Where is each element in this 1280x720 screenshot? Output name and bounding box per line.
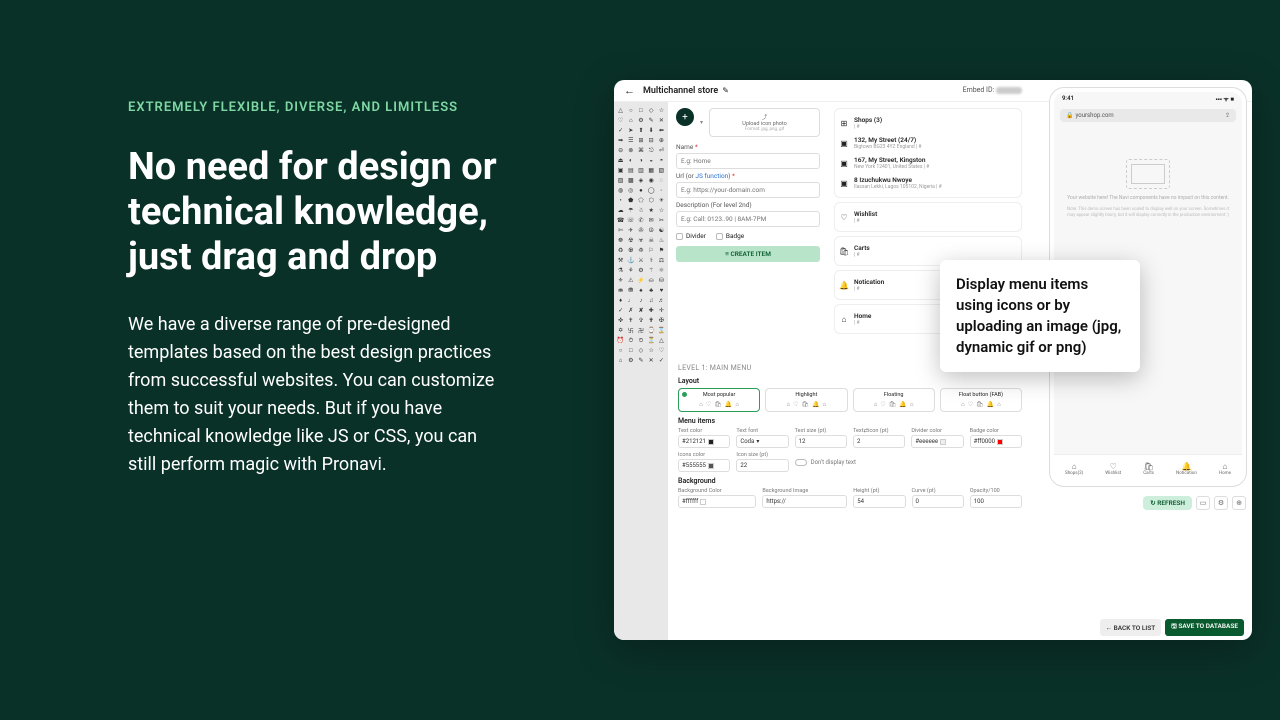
text-color-input[interactable]: #212121	[678, 435, 730, 448]
settings-icon[interactable]: ⚙	[1214, 496, 1228, 510]
dont-display-toggle[interactable]	[795, 459, 807, 466]
eyebrow: EXTREMELY FLEXIBLE, DIVERSE, AND LIMITLE…	[128, 100, 508, 115]
back-arrow-icon[interactable]: ←	[624, 84, 635, 97]
feature-callout: Display menu items using icons or by upl…	[940, 260, 1140, 372]
shop-row[interactable]: ▣8 Izuchukwu NwoyeIlassan Lekki, Lagos 1…	[839, 173, 1017, 193]
menu-items-heading: Menu items	[678, 417, 1022, 425]
layout-option[interactable]: Most popular⌂♡🛍🔔⌂	[678, 388, 760, 412]
text-size-input[interactable]: 12	[795, 435, 847, 448]
background-heading: Background	[678, 477, 1022, 485]
icon-palette[interactable]: △○□◇☆♡⌂⚙✎✕✓➤⬆⬇⬅➡☰⊞⊟⊕⊖⊗⌘⎋⏎⏏◐◑◒◓▣▤▥▦▧▨▩◈◉◌…	[614, 102, 668, 640]
bg-height-input[interactable]: 54	[853, 495, 905, 508]
phone-tabbar: ⌂Shops(3) ♡Wishlist 🛍Carts 🔔Notication ⌂Home	[1054, 454, 1242, 482]
app-title: Multichannel store	[643, 86, 718, 96]
share-icon: ⇪	[1225, 112, 1230, 119]
embed-id: Embed ID:	[963, 86, 1022, 94]
badge-color-input[interactable]: #ff0000	[970, 435, 1022, 448]
bg-color-input[interactable]: #ffffff	[678, 495, 756, 508]
headline: No need for design or technical knowledg…	[128, 145, 508, 279]
name-label: Name *	[676, 143, 820, 151]
phone-tab[interactable]: ⌂Shops(3)	[1065, 462, 1083, 476]
selected-icon[interactable]: +	[676, 108, 694, 126]
shop-row[interactable]: ▣132, My Street (24/7)Bigtown BG23 4YZ E…	[839, 133, 1017, 153]
desktop-icon[interactable]: ▭	[1196, 496, 1210, 510]
desc-input[interactable]	[676, 211, 820, 227]
layout-option[interactable]: Highlight⌂♡🛍🔔⌂	[765, 388, 847, 412]
lower-panel: LEVEL 1: MAIN MENU Layout Most popular⌂♡…	[668, 360, 1032, 612]
target-icon[interactable]: ⊕	[1232, 496, 1246, 510]
phone-tab[interactable]: 🔔Notication	[1176, 462, 1197, 476]
phone-url-bar: 🔒yourshop.com⇪	[1060, 109, 1236, 122]
app-window: ← Multichannel store ✎ Embed ID: △○□◇☆♡⌂…	[614, 80, 1252, 640]
desc-label: Description (For level 2nd)	[676, 201, 820, 209]
background-fields: Background Color#ffffff Background Image…	[678, 488, 1022, 508]
layout-option[interactable]: Floating⌂♡🛍🔔⌂	[853, 388, 935, 412]
preview-controls: ↻ REFRESH ▭ ⚙ ⊕	[1143, 496, 1246, 510]
hero-text: EXTREMELY FLEXIBLE, DIVERSE, AND LIMITLE…	[128, 100, 508, 479]
menu-fields: Text color#212121 Text fontCoda ▾ Text s…	[678, 428, 1022, 472]
placeholder-icon	[1126, 159, 1170, 189]
save-button[interactable]: 🖫 SAVE TO DATABASE	[1165, 619, 1244, 636]
body-copy: We have a diverse range of pre-designed …	[128, 311, 508, 478]
divider-checkbox[interactable]: Divider	[676, 232, 706, 240]
lock-icon: 🔒	[1066, 112, 1073, 119]
phone-tab[interactable]: ⌂Home	[1219, 462, 1231, 476]
layout-option[interactable]: Float button (FAB)⌂♡🛍🔔⌂	[940, 388, 1022, 412]
shops-card[interactable]: ⊞Shops (3)| # ▣132, My Street (24/7)Bigt…	[834, 108, 1022, 198]
create-item-button[interactable]: ≡ CREATE ITEM	[676, 246, 820, 262]
refresh-button[interactable]: ↻ REFRESH	[1143, 496, 1192, 510]
name-input[interactable]	[676, 153, 820, 169]
phone-body: Your website here! The Navi components h…	[1054, 125, 1242, 218]
back-to-list-button[interactable]: ← BACK TO LIST	[1100, 619, 1162, 636]
phone-tab[interactable]: 🛍Carts	[1143, 462, 1154, 476]
icon-size-input[interactable]: 22	[736, 459, 788, 472]
bg-image-input[interactable]: https://	[762, 495, 847, 508]
url-input[interactable]	[676, 182, 820, 198]
footer-actions: ← BACK TO LIST 🖫 SAVE TO DATABASE	[1100, 619, 1245, 636]
bg-opacity-input[interactable]: 100	[970, 495, 1022, 508]
url-label: Url (or JS function) *	[676, 172, 820, 180]
phone-status-bar: 9:41▪▪▪ ᯤ ■	[1054, 92, 1242, 106]
upload-icon-box[interactable]: ⤴ Upload icon photo Format: jpg, png, gi…	[709, 108, 820, 137]
shop-icon: ⊞	[839, 119, 849, 128]
layout-heading: Layout	[678, 377, 1022, 385]
badge-checkbox[interactable]: Badge	[716, 232, 744, 240]
phone-tab[interactable]: ♡Wishlist	[1105, 462, 1121, 476]
icon-caret[interactable]: ▾	[700, 119, 703, 126]
edit-icon[interactable]: ✎	[722, 86, 729, 95]
text-font-select[interactable]: Coda ▾	[736, 435, 788, 448]
shop-row[interactable]: ▣167, My Street, KingstonNew York 12401,…	[839, 153, 1017, 173]
text-icon-input[interactable]: 2	[853, 435, 905, 448]
bg-curve-input[interactable]: 0	[912, 495, 964, 508]
layout-options: Most popular⌂♡🛍🔔⌂Highlight⌂♡🛍🔔⌂Floating⌂…	[678, 388, 1022, 412]
divider-color-input[interactable]: #eeeeee	[911, 435, 963, 448]
nav-card[interactable]: ♡Wishlist| #	[834, 202, 1022, 232]
icons-color-input[interactable]: #555555	[678, 459, 730, 472]
